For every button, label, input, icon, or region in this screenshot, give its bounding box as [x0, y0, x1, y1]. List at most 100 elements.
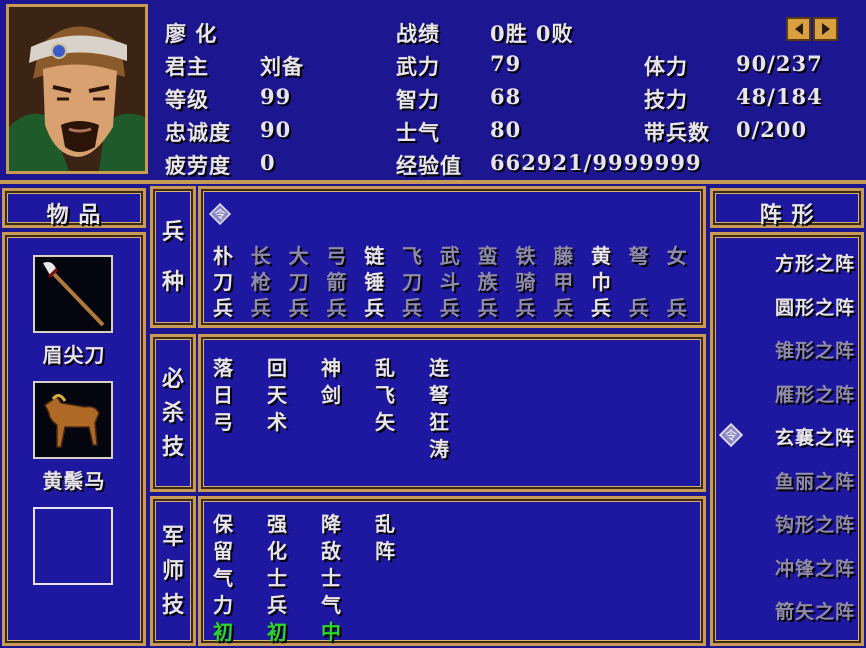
- special-skill-2[interactable]: 神剑: [321, 355, 341, 409]
- lord-value: 刘备: [260, 54, 304, 79]
- formation-name: 锥形之阵: [774, 340, 855, 362]
- svg-text:令: 令: [725, 427, 737, 442]
- troop-types-panel: 令 朴刀兵长枪兵大刀兵弓箭兵链锤兵飞刀兵武斗兵蛮族兵铁骑兵藤甲兵黄巾兵弩兵女兵: [198, 186, 706, 328]
- formation-item[interactable]: 箭矢之阵: [713, 593, 861, 627]
- strategist-skill-0[interactable]: 保留气力初: [213, 511, 233, 646]
- troop-type-char: 蛮: [477, 244, 498, 268]
- special-skill-char: 乱: [375, 356, 395, 380]
- troop-type-10[interactable]: 黄巾兵: [591, 243, 611, 321]
- troop-type-char: 箭: [326, 270, 347, 294]
- special-skills-panel: 落日弓 回天术 神剑 乱飞矢 连弩狂涛: [198, 334, 706, 492]
- item-name-1: 眉尖刀: [42, 343, 106, 367]
- formations-header-frame: 阵 形: [710, 188, 864, 228]
- horse-icon: [44, 394, 100, 448]
- troop-type-char: 刀: [402, 270, 422, 294]
- troop-type-char: 兵: [250, 296, 271, 320]
- hp-value: 90/237: [736, 51, 823, 76]
- loyalty-label: 忠诚度: [165, 120, 231, 145]
- item-slot-1[interactable]: [33, 255, 113, 333]
- troops-label: 带兵数: [644, 120, 710, 145]
- troop-type-char: 兵: [515, 296, 536, 320]
- troop-type-6[interactable]: 武斗兵: [440, 243, 460, 321]
- troop-type-char: 女: [666, 244, 687, 268]
- troop-type-2[interactable]: 大刀兵: [289, 243, 309, 321]
- troop-type-char: 兵: [364, 296, 385, 320]
- troop-type-char: 兵: [591, 296, 611, 320]
- strategist-skills-label: 军 师 技: [161, 524, 184, 618]
- strategist-skill-2[interactable]: 降敌士气中: [321, 511, 341, 646]
- troop-type-char: 兵: [326, 296, 347, 320]
- top-divider: [0, 180, 866, 184]
- special-skills-label: 必 杀 技: [161, 366, 184, 460]
- strategist-skill-1[interactable]: 强化士兵初: [267, 511, 287, 646]
- strategist-skill-char: 强: [267, 512, 287, 536]
- page-nav: [786, 17, 840, 41]
- command-token-icon: 令: [209, 203, 231, 225]
- special-skill-char: 术: [267, 410, 287, 434]
- formation-name: 箭矢之阵: [774, 601, 855, 623]
- formation-name: 冲锋之阵: [774, 557, 855, 580]
- strategist-skills-label-frame: 军 师 技: [150, 496, 196, 646]
- strategist-skill-columns: 保留气力初 强化士兵初 降敌士气中 乱阵: [213, 511, 703, 645]
- item-slot-3[interactable]: [33, 507, 113, 585]
- strategist-skill-char: 气: [213, 566, 233, 590]
- troop-type-11[interactable]: 弩兵: [629, 243, 649, 321]
- formation-item[interactable]: 令 玄襄之阵: [713, 419, 861, 453]
- formation-item[interactable]: 方形之阵: [713, 245, 861, 279]
- troop-type-12[interactable]: 女兵: [667, 243, 687, 321]
- next-arrow-icon[interactable]: [813, 17, 838, 41]
- troop-type-char: 巾: [591, 270, 611, 294]
- force-label: 武力: [396, 54, 440, 79]
- troop-type-char: 族: [477, 270, 498, 294]
- troop-type-8[interactable]: 铁骑兵: [515, 243, 535, 321]
- special-skill-char: 剑: [321, 383, 341, 407]
- general-portrait: [6, 4, 148, 174]
- glaive-icon: [43, 262, 105, 327]
- strategist-skill-char: 降: [321, 512, 341, 536]
- strategist-skill-char: 气: [321, 593, 341, 617]
- troop-type-char: 黄: [591, 244, 611, 268]
- strategist-skill-char: 兵: [267, 593, 287, 617]
- formation-item[interactable]: 圆形之阵: [713, 289, 861, 323]
- special-skill-char: 飞: [375, 383, 395, 407]
- troop-type-4[interactable]: 链锤兵: [364, 243, 384, 321]
- strategist-skill-char: 乱: [375, 512, 395, 536]
- svg-text:令: 令: [215, 207, 226, 221]
- special-skill-columns: 落日弓 回天术 神剑 乱飞矢 连弩狂涛: [213, 355, 703, 485]
- strategist-skill-char: 敌: [321, 539, 341, 563]
- formation-item[interactable]: 雁形之阵: [713, 376, 861, 410]
- strategist-skill-char: 保: [213, 512, 233, 536]
- strategist-skill-char: 士: [321, 566, 341, 590]
- formation-name: 鱼丽之阵: [774, 470, 855, 493]
- troop-type-5[interactable]: 飞刀兵: [402, 243, 422, 321]
- special-skill-char: 回: [267, 356, 287, 380]
- troop-type-char: 枪: [250, 270, 271, 294]
- troop-type-char: 兵: [553, 296, 574, 320]
- formation-name: 玄襄之阵: [774, 427, 855, 449]
- prev-arrow-icon[interactable]: [786, 17, 811, 41]
- special-skill-3[interactable]: 乱飞矢: [375, 355, 395, 436]
- special-skill-char: 天: [267, 383, 287, 407]
- formation-item[interactable]: 钩形之阵: [713, 506, 861, 540]
- formation-item[interactable]: 冲锋之阵: [713, 550, 861, 584]
- special-skill-char: 矢: [375, 410, 395, 434]
- formations-panel: 方形之阵圆形之阵锥形之阵雁形之阵令 玄襄之阵鱼丽之阵钩形之阵冲锋之阵箭矢之阵: [710, 232, 864, 646]
- troop-type-7[interactable]: 蛮族兵: [478, 243, 498, 321]
- special-skill-1[interactable]: 回天术: [267, 355, 287, 436]
- special-skill-0[interactable]: 落日弓: [213, 355, 233, 436]
- exp-label: 经验值: [396, 153, 462, 178]
- hp-label: 体力: [644, 54, 688, 79]
- formation-item[interactable]: 锥形之阵: [713, 332, 861, 366]
- troop-type-char: 兵: [666, 296, 687, 320]
- troop-type-9[interactable]: 藤甲兵: [553, 243, 573, 321]
- troop-type-0[interactable]: 朴刀兵: [213, 243, 233, 321]
- special-skill-4[interactable]: 连弩狂涛: [429, 355, 449, 463]
- troop-type-1[interactable]: 长枪兵: [251, 243, 271, 321]
- intel-value: 68: [490, 84, 522, 109]
- formation-item[interactable]: 鱼丽之阵: [713, 463, 861, 497]
- troop-type-char: 锤: [364, 270, 385, 294]
- troop-type-char: 弓: [326, 244, 347, 268]
- troop-type-3[interactable]: 弓箭兵: [326, 243, 346, 321]
- strategist-skill-3[interactable]: 乱阵: [375, 511, 395, 565]
- item-slot-2[interactable]: [33, 381, 113, 459]
